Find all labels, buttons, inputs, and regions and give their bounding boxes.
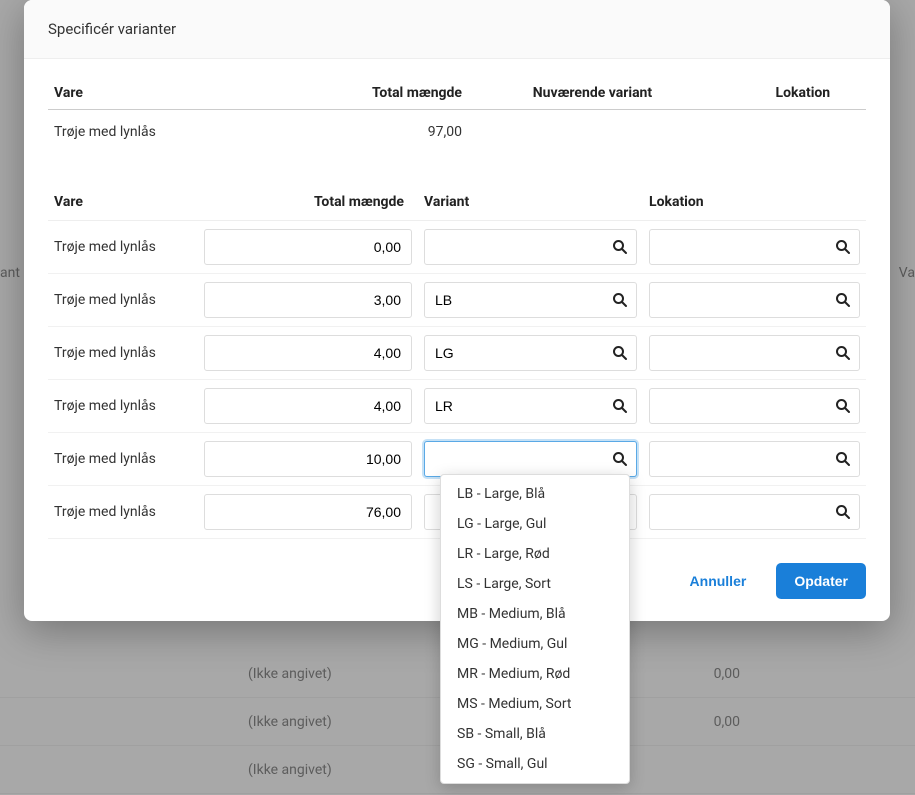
dropdown-item[interactable]: MS - Medium, Sort (441, 689, 629, 719)
search-icon[interactable] (612, 398, 628, 414)
location-input-wrap[interactable] (649, 441, 860, 477)
variant-dropdown[interactable]: LB - Large, BlåLG - Large, GulLR - Large… (440, 474, 630, 784)
row-vare: Trøje med lynlås (48, 433, 198, 486)
qty-input[interactable] (205, 498, 411, 526)
row-vare: Trøje med lynlås (48, 327, 198, 380)
variants-header-location: Lokation (643, 186, 866, 221)
modal-header: Specificér varianter (24, 0, 890, 59)
dropdown-item[interactable]: SG - Small, Gul (441, 749, 629, 779)
qty-input-wrap[interactable] (204, 388, 412, 424)
summary-vare: Trøje med lynlås (48, 110, 328, 159)
search-icon[interactable] (612, 239, 628, 255)
variants-header-total: Total mængde (198, 186, 418, 221)
summary-header-total: Total mængde (328, 77, 468, 110)
variant-input[interactable] (425, 339, 636, 367)
location-input-wrap[interactable] (649, 282, 860, 318)
search-icon[interactable] (612, 345, 628, 361)
search-icon[interactable] (612, 451, 628, 467)
qty-input-wrap[interactable] (204, 441, 412, 477)
dropdown-item[interactable]: LB - Large, Blå (441, 479, 629, 509)
dropdown-item[interactable]: MR - Medium, Rød (441, 659, 629, 689)
row-vare: Trøje med lynlås (48, 221, 198, 274)
location-input-wrap[interactable] (649, 388, 860, 424)
qty-input-wrap[interactable] (204, 282, 412, 318)
qty-input[interactable] (205, 339, 411, 367)
summary-header-spacer (717, 77, 740, 110)
variant-input[interactable] (425, 286, 636, 314)
summary-table: Vare Total mængde Nuværende variant Loka… (48, 77, 866, 158)
variants-header-variant: Variant (418, 186, 643, 221)
variant-input-wrap[interactable] (424, 335, 637, 371)
dropdown-item[interactable]: LG - Large, Gul (441, 509, 629, 539)
table-row: Trøje med lynlås (48, 274, 866, 327)
row-vare: Trøje med lynlås (48, 380, 198, 433)
variant-input[interactable] (425, 445, 636, 473)
location-input[interactable] (650, 233, 859, 261)
summary-header-current: Nuværende variant (468, 77, 717, 110)
location-input[interactable] (650, 392, 859, 420)
qty-input-wrap[interactable] (204, 229, 412, 265)
dropdown-item[interactable]: MG - Medium, Gul (441, 629, 629, 659)
table-row: Trøje med lynlås (48, 380, 866, 433)
search-icon[interactable] (835, 239, 851, 255)
dropdown-item[interactable]: LR - Large, Rød (441, 539, 629, 569)
table-row: Trøje med lynlås (48, 221, 866, 274)
qty-input[interactable] (205, 445, 411, 473)
summary-qty: 97,00 (328, 110, 468, 159)
location-input-wrap[interactable] (649, 335, 860, 371)
variant-input-wrap[interactable] (424, 282, 637, 318)
search-icon[interactable] (835, 398, 851, 414)
dropdown-item[interactable]: MB - Medium, Blå (441, 599, 629, 629)
dropdown-item[interactable]: LS - Large, Sort (441, 569, 629, 599)
location-input[interactable] (650, 445, 859, 473)
variant-input[interactable] (425, 233, 636, 261)
search-icon[interactable] (835, 345, 851, 361)
variant-input[interactable] (425, 392, 636, 420)
qty-input[interactable] (205, 286, 411, 314)
search-icon[interactable] (835, 451, 851, 467)
qty-input[interactable] (205, 392, 411, 420)
qty-input-wrap[interactable] (204, 494, 412, 530)
location-input[interactable] (650, 286, 859, 314)
location-input[interactable] (650, 339, 859, 367)
qty-input-wrap[interactable] (204, 335, 412, 371)
search-icon[interactable] (612, 292, 628, 308)
summary-header-location: Lokation (740, 77, 866, 110)
variant-input-wrap[interactable] (424, 441, 637, 477)
cancel-button[interactable]: Annuller (680, 565, 757, 597)
search-icon[interactable] (835, 504, 851, 520)
row-vare: Trøje med lynlås (48, 486, 198, 539)
search-icon[interactable] (835, 292, 851, 308)
row-vare: Trøje med lynlås (48, 274, 198, 327)
update-button[interactable]: Opdater (776, 563, 866, 599)
variant-input-wrap[interactable] (424, 388, 637, 424)
variant-input-wrap[interactable] (424, 229, 637, 265)
qty-input[interactable] (205, 233, 411, 261)
summary-header-vare: Vare (48, 77, 328, 110)
variants-header-vare: Vare (48, 186, 198, 221)
modal-title: Specificér varianter (48, 20, 866, 38)
location-input-wrap[interactable] (649, 494, 860, 530)
dropdown-item[interactable]: SB - Small, Blå (441, 719, 629, 749)
table-row: Trøje med lynlås (48, 327, 866, 380)
location-input-wrap[interactable] (649, 229, 860, 265)
location-input[interactable] (650, 498, 859, 526)
